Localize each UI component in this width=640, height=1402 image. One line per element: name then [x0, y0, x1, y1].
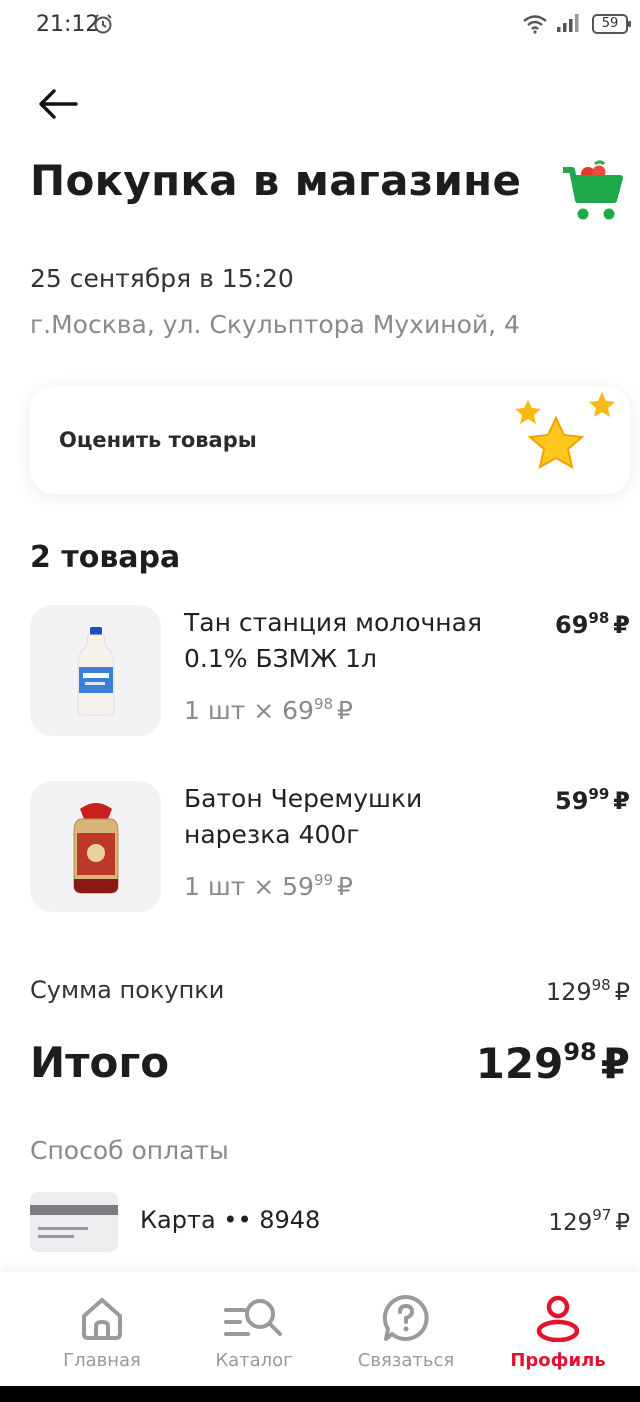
purchase-date: 25 сентября в 15:20 [30, 264, 294, 293]
total-label: Итого [30, 1038, 170, 1087]
back-arrow-icon[interactable] [36, 84, 80, 124]
product-price: 6998 ₽ [555, 609, 630, 639]
nav-item-home[interactable]: Главная [22, 1272, 182, 1386]
product-quantity: 1 шт × 5999 ₽ [184, 871, 353, 901]
home-icon [82, 1298, 122, 1340]
product-name: Тан станция молочная 0.1% БЗМЖ 1л [184, 608, 483, 673]
rate-products-label: Оценить товары [59, 428, 257, 452]
purchase-sum-value: 12998 ₽ [545, 976, 630, 1006]
nav-label: Связаться [357, 1350, 455, 1371]
nav-label: Профиль [510, 1350, 606, 1371]
store-address: г.Москва, ул. Скульптора Мухиной, 4 [30, 310, 520, 339]
product-image [30, 605, 161, 736]
nav-item-catalog[interactable]: Каталог [174, 1272, 334, 1386]
battery-indicator: 59 [592, 14, 631, 34]
page-title: Покупка в магазине [30, 156, 522, 205]
product-item[interactable]: Батон Черемушки нарезка 400г 1 шт × 5999… [30, 781, 630, 921]
product-quantity: 1 шт × 6998 ₽ [184, 695, 353, 725]
payment-method-title: Способ оплаты [30, 1136, 229, 1165]
product-item[interactable]: Тан станция молочная 0.1% БЗМЖ 1л 1 шт ×… [30, 605, 630, 745]
signal-icon [557, 14, 579, 32]
catalog-search-icon [224, 1299, 282, 1336]
milk-bottle-icon [77, 627, 115, 716]
product-image [30, 781, 161, 912]
items-count: 2 товара [30, 540, 181, 575]
payment-card-label: Карта •• 8948 [140, 1206, 321, 1234]
nav-label: Главная [63, 1350, 141, 1371]
help-chat-icon [382, 1294, 429, 1341]
bottom-navigation: Главная Каталог Связаться Профиль [0, 1272, 640, 1386]
payment-card-amount: 12997 ₽ [548, 1206, 630, 1236]
total-value: 12998₽ [475, 1038, 630, 1088]
profile-icon [536, 1295, 580, 1342]
nav-label: Каталог [215, 1350, 293, 1371]
bread-loaf-icon [73, 803, 119, 894]
stars-icon [515, 392, 615, 469]
status-time: 21:12 [36, 12, 100, 37]
system-navigation-bar [0, 1386, 640, 1402]
alarm-icon [94, 14, 112, 34]
purchase-sum-label: Сумма покупки [30, 976, 225, 1004]
rate-products-card[interactable]: Оценить товары [30, 386, 630, 494]
status-bar: 21:12 59 [0, 0, 640, 52]
bank-card-icon [30, 1192, 118, 1252]
nav-item-contact[interactable]: Связаться [326, 1272, 486, 1386]
wifi-icon [523, 15, 547, 34]
product-price: 5999 ₽ [555, 785, 630, 815]
shopping-cart-icon [563, 160, 623, 220]
product-name: Батон Черемушки нарезка 400г [184, 784, 423, 849]
nav-item-profile[interactable]: Профиль [478, 1272, 638, 1386]
